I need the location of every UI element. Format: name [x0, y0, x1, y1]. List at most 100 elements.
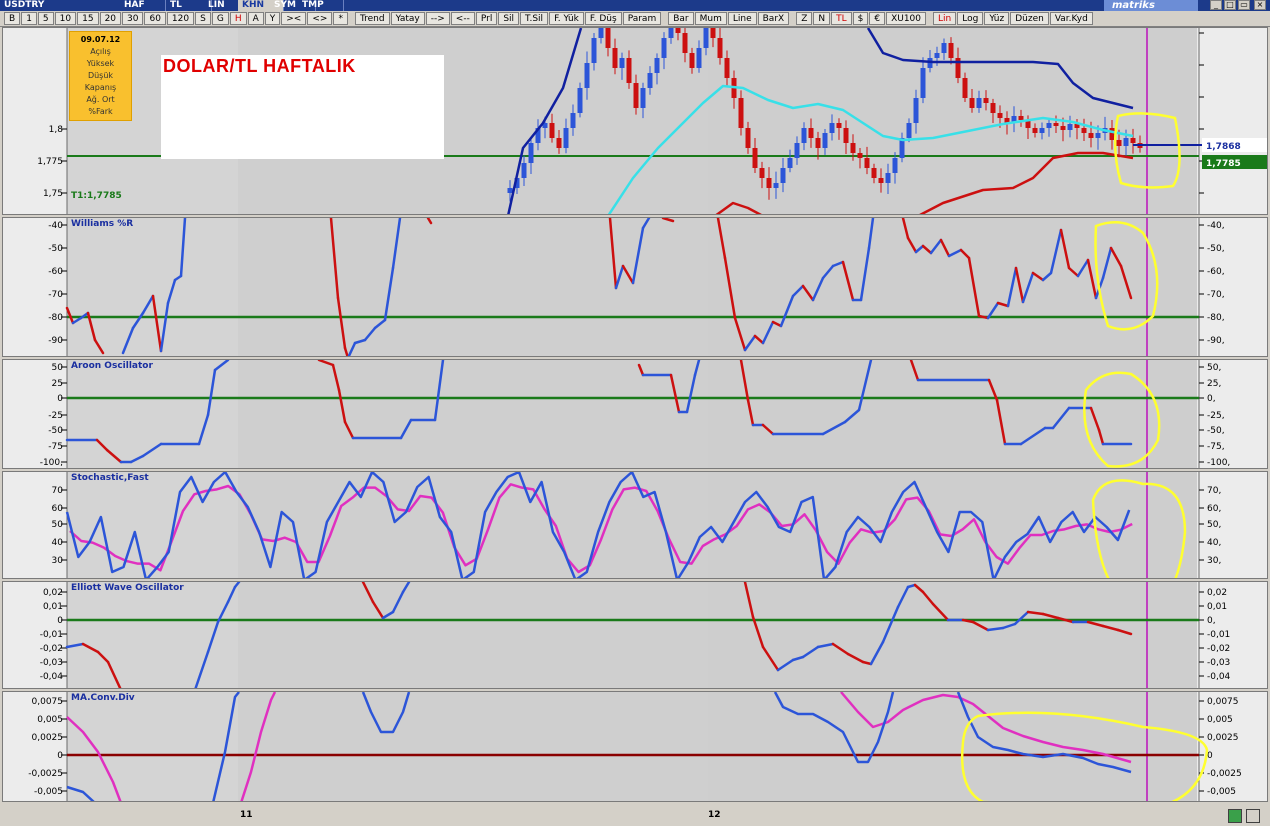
- symbol-label[interactable]: USDTRY: [4, 0, 44, 11]
- left-axis-tick-label: -25: [48, 411, 63, 421]
- axis-tick-label: -25,: [1207, 411, 1225, 421]
- left-axis-tick-label: -0,02: [40, 644, 63, 654]
- toolbar-button[interactable]: <--: [450, 12, 475, 25]
- axis-tick-label: -40,: [1207, 221, 1225, 231]
- candle-body: [612, 48, 618, 68]
- elliott-panel: 0,02 0,01 0, -0,01 -0,02 -0,03 -0,04 0,02 0,01 0 -…: [2, 581, 1268, 689]
- toolbar-button[interactable]: Yatay: [390, 12, 425, 25]
- candle-body: [801, 128, 807, 143]
- shaded-region: [67, 692, 238, 801]
- candle-body: [871, 168, 877, 178]
- toolbar-button[interactable]: 10: [54, 12, 77, 25]
- toolbar-button[interactable]: Z: [796, 12, 813, 25]
- toolbar-button[interactable]: G: [211, 12, 229, 25]
- axis-tick-label: -90,: [1207, 336, 1225, 346]
- shaded-region: [708, 582, 1197, 688]
- toolbar-button[interactable]: €: [869, 12, 886, 25]
- stochastic-panel: 70, 60, 50, 40, 30, 70 60 50 40 30 Stochastic,Fas…: [2, 471, 1268, 579]
- candle-body: [584, 63, 590, 88]
- info-diff-label: %Fark: [88, 107, 113, 116]
- axis-tick-label: 0,01: [1207, 602, 1227, 612]
- candle-body: [787, 158, 793, 168]
- settings-icon[interactable]: [1246, 809, 1260, 823]
- toolbar-button[interactable]: Var.Kyd: [1049, 12, 1093, 25]
- toolbar-button[interactable]: Lin: [933, 12, 957, 25]
- toolbar-button[interactable]: <>: [307, 12, 333, 25]
- toolbar-button[interactable]: A: [247, 12, 264, 25]
- toolbar-button[interactable]: F. Yük: [549, 12, 584, 25]
- shaded-region: [708, 692, 1197, 801]
- toolbar-button[interactable]: Prl: [475, 12, 498, 25]
- candle-body: [780, 168, 786, 183]
- toolbar-button[interactable]: $: [852, 12, 869, 25]
- toolbar-button[interactable]: T.Sil: [520, 12, 549, 25]
- shaded-region: [67, 360, 238, 468]
- shaded-region: [238, 692, 708, 801]
- toolbar-button[interactable]: S: [195, 12, 211, 25]
- axis-tick-label: 60,: [1207, 504, 1221, 514]
- toolbar-button[interactable]: 60: [144, 12, 166, 25]
- axis-tick-label: 0,02: [1207, 588, 1227, 598]
- williams-panel: -40, -50, -60, -70, -80, -90, -40 -50 -60 -70 -80 -…: [2, 217, 1268, 357]
- toolbar-button[interactable]: 120: [166, 12, 195, 25]
- toolbar-button[interactable]: TL: [831, 12, 852, 25]
- toolbar-button[interactable]: 30: [122, 12, 144, 25]
- time-axis: 11 12: [0, 803, 1270, 826]
- toolbar-button[interactable]: H: [229, 12, 247, 25]
- info-open-label: Açılış: [90, 47, 111, 56]
- toolbar-button[interactable]: Line: [727, 12, 757, 25]
- toolbar-button[interactable]: Düzen: [1010, 12, 1049, 25]
- toolbar-button[interactable]: Sil: [498, 12, 520, 25]
- left-axis-tick-label: 1,775: [37, 157, 63, 167]
- brand-logo: matriks: [1104, 0, 1198, 11]
- toolbar-button[interactable]: *: [333, 12, 348, 25]
- toolbar-button[interactable]: 15: [77, 12, 99, 25]
- axis-tick-label: -75,: [1207, 442, 1225, 452]
- candle-body: [1081, 128, 1087, 133]
- toolbar-button[interactable]: N: [813, 12, 831, 25]
- toolbar-button[interactable]: XU100: [886, 12, 927, 25]
- restore-icon[interactable]: □: [1224, 0, 1236, 10]
- candle-body: [969, 98, 975, 108]
- shaded-region: [67, 218, 238, 356]
- toolbar-button[interactable]: Log: [957, 12, 984, 25]
- toolbar-button[interactable]: Trend: [354, 12, 390, 25]
- axis-tick-label: 40,: [1207, 538, 1221, 548]
- axis-tick-label: -50,: [1207, 244, 1225, 254]
- toolbar-button[interactable]: F. Düş: [584, 12, 622, 25]
- minimize-icon[interactable]: _: [1210, 0, 1222, 10]
- tab-tmp[interactable]: TMP: [298, 0, 344, 11]
- left-axis-tick-label: 0,02: [43, 588, 63, 598]
- candle-body: [976, 98, 982, 108]
- toolbar-button[interactable]: Param: [622, 12, 662, 25]
- candle-body: [983, 98, 989, 103]
- tab-haf[interactable]: HAF: [120, 0, 166, 11]
- candle-body: [1046, 123, 1052, 128]
- toolbar-button[interactable]: Yüz: [984, 12, 1010, 25]
- toolbar-button[interactable]: Y: [264, 12, 281, 25]
- candle-body: [682, 33, 688, 53]
- price-panel: 1,8 1,775 1,75 1,7868 1,7785 09.07.12 Açılış…: [2, 27, 1268, 215]
- toolbar-button[interactable]: Mum: [694, 12, 727, 25]
- toolbar-button[interactable]: BarX: [757, 12, 790, 25]
- axis-tick-label: 0,: [1207, 394, 1216, 404]
- toolbar-button[interactable]: B: [4, 12, 21, 25]
- toolbar-button[interactable]: 1: [21, 12, 37, 25]
- candle-body: [577, 88, 583, 113]
- toolbar-button[interactable]: -->: [425, 12, 450, 25]
- maximize-icon[interactable]: ▭: [1238, 0, 1250, 10]
- toolbar-button[interactable]: ><: [281, 12, 307, 25]
- shaded-region: [708, 218, 1197, 356]
- refresh-icon[interactable]: [1228, 809, 1242, 823]
- shaded-region: [238, 582, 708, 688]
- chart-toolbar: B 1 5 10 15 20 30 60 120 S G H A Y >< <> * Trend Yatay --> <…: [0, 11, 1270, 27]
- left-axis-tick-label: 25: [52, 379, 63, 389]
- candle-body: [696, 48, 702, 68]
- toolbar-button[interactable]: 20: [99, 12, 122, 25]
- info-avg-label: Ağ. Ort: [86, 95, 115, 104]
- axis-tick-label: -0,03: [1207, 658, 1230, 668]
- close-icon[interactable]: ×: [1254, 0, 1266, 10]
- toolbar-button[interactable]: 5: [37, 12, 54, 25]
- candle-body: [934, 53, 940, 58]
- toolbar-button[interactable]: Bar: [668, 12, 694, 25]
